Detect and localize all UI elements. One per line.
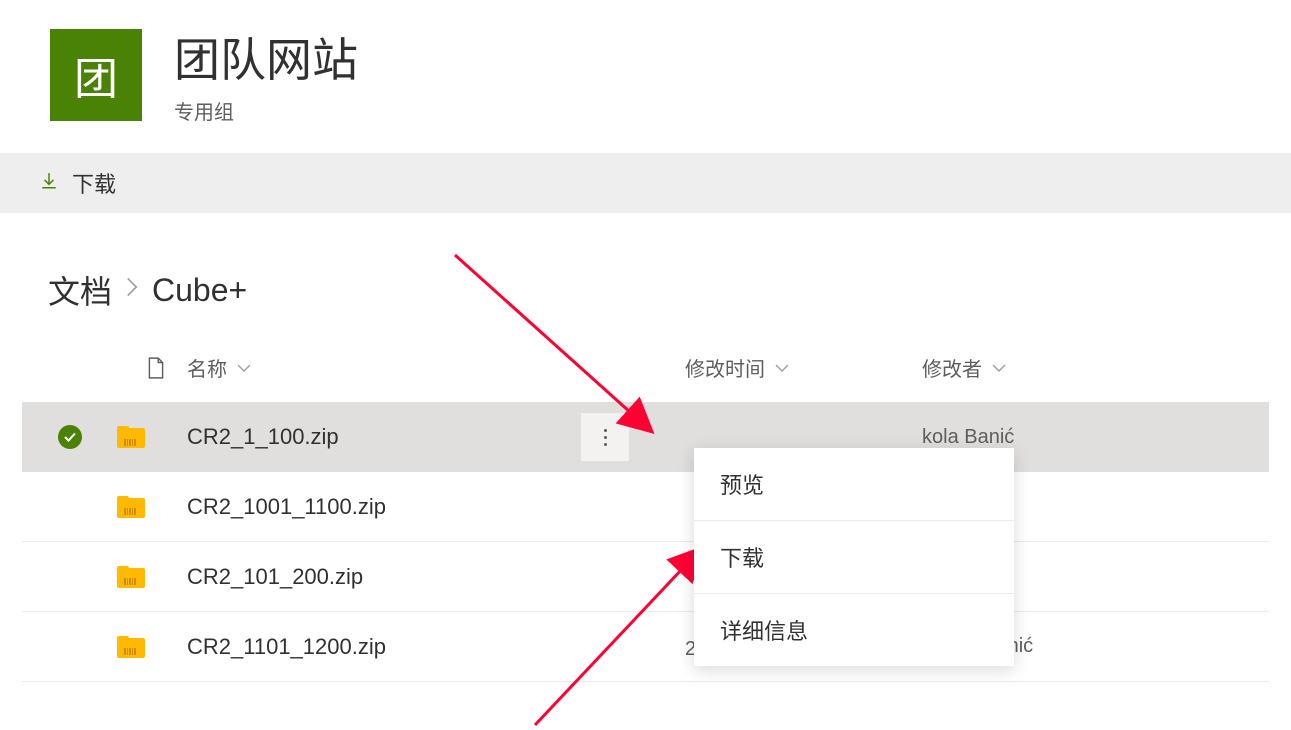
- column-name[interactable]: 名称: [187, 353, 667, 382]
- check-circle-icon: [58, 425, 82, 449]
- breadcrumb-current[interactable]: Cube+: [152, 272, 247, 309]
- file-name[interactable]: CR2_1101_1200.zip: [187, 634, 667, 660]
- table-row[interactable]: CR2_1_100.zipkola Banić: [22, 402, 1269, 472]
- column-modifier-label: 修改者: [922, 353, 982, 382]
- site-subtitle[interactable]: 专用组: [174, 96, 358, 125]
- more-vertical-icon: [604, 429, 607, 446]
- file-name[interactable]: CR2_101_200.zip: [187, 564, 667, 590]
- chevron-down-icon: [775, 356, 789, 379]
- file-table: 名称 修改时间 修改者 CR2_1_100.zipkola BanićCR2_1…: [0, 341, 1291, 682]
- site-header: 团 团队网站 专用组: [0, 0, 1291, 153]
- file-icon-cell: [117, 426, 187, 448]
- chevron-right-icon: [126, 276, 138, 304]
- site-logo-char: 团: [74, 43, 118, 107]
- zip-folder-icon: [117, 426, 145, 448]
- table-row[interactable]: CR2_101_200.zipkola Banić: [22, 542, 1269, 612]
- download-button-label: 下载: [72, 167, 116, 199]
- chevron-down-icon: [237, 356, 251, 379]
- context-menu-item[interactable]: 预览: [694, 448, 1014, 521]
- modified-by[interactable]: kola Banić: [922, 426, 1222, 449]
- row-actions-button[interactable]: [581, 413, 629, 461]
- download-icon: [40, 170, 58, 196]
- breadcrumb-root[interactable]: 文档: [48, 267, 112, 313]
- site-logo[interactable]: 团: [50, 29, 142, 121]
- row-select-cell[interactable]: [22, 425, 117, 449]
- column-modifier[interactable]: 修改者: [922, 353, 1222, 382]
- file-icon-cell: [117, 636, 187, 658]
- column-modified-label: 修改时间: [685, 353, 765, 382]
- command-bar: 下载: [0, 153, 1291, 213]
- zip-folder-icon: [117, 566, 145, 588]
- file-icon-cell: [117, 566, 187, 588]
- table-row[interactable]: CR2_1101_1200.zip2月17日Nikola Banić: [22, 612, 1269, 682]
- column-modified[interactable]: 修改时间: [667, 353, 922, 382]
- chevron-down-icon: [992, 356, 1006, 379]
- table-row[interactable]: CR2_1001_1100.zipkola Banić: [22, 472, 1269, 542]
- zip-folder-icon: [117, 636, 145, 658]
- site-title[interactable]: 团队网站: [174, 24, 358, 90]
- breadcrumb: 文档 Cube+: [0, 213, 1291, 341]
- file-icon-cell: [117, 496, 187, 518]
- context-menu-item[interactable]: 下载: [694, 521, 1014, 594]
- column-type-icon[interactable]: [117, 357, 187, 379]
- zip-folder-icon: [117, 496, 145, 518]
- download-button[interactable]: 下载: [40, 167, 116, 199]
- column-name-label: 名称: [187, 353, 227, 382]
- table-header-row: 名称 修改时间 修改者: [22, 341, 1269, 402]
- context-menu-item[interactable]: 详细信息: [694, 594, 1014, 666]
- context-menu: 预览下载详细信息: [694, 448, 1014, 666]
- site-titles: 团队网站 专用组: [174, 24, 358, 125]
- file-name[interactable]: CR2_1001_1100.zip: [187, 494, 667, 520]
